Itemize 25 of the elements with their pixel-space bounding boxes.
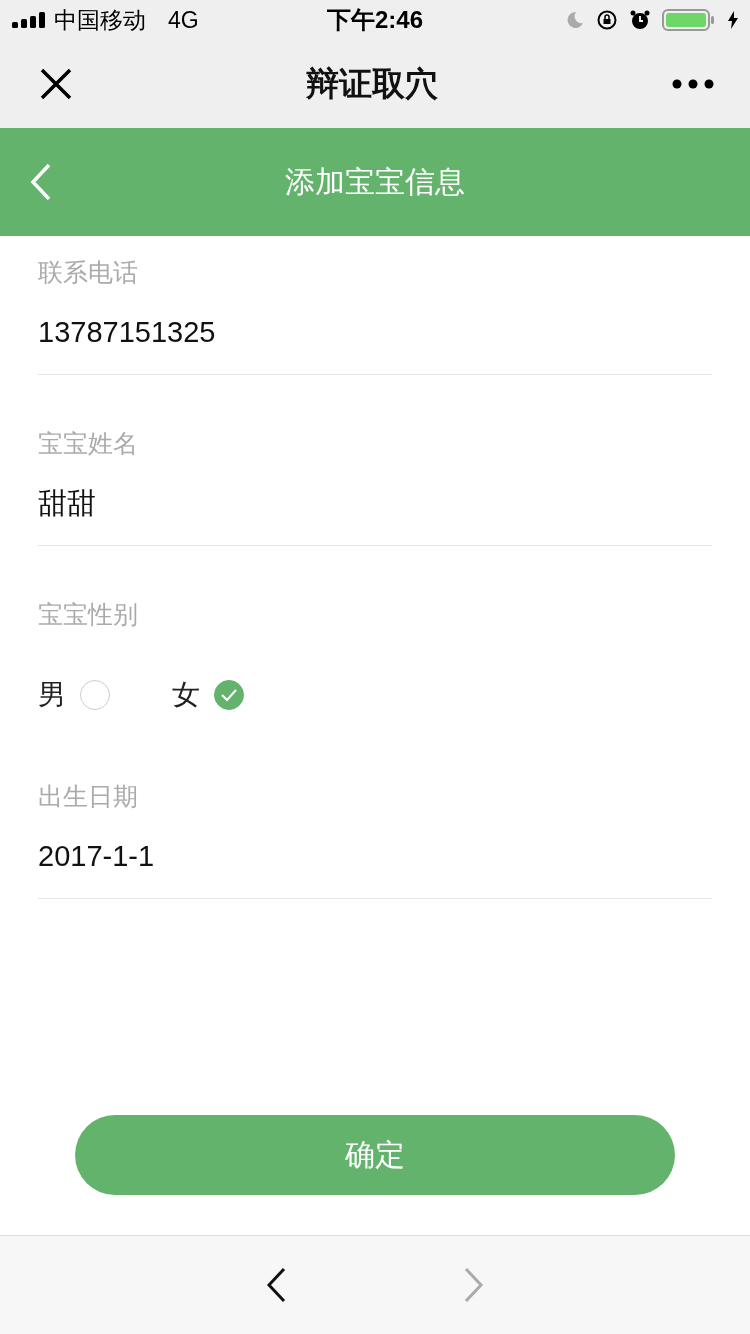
charging-icon xyxy=(728,11,738,29)
radio-button[interactable] xyxy=(214,680,244,710)
mini-program-title: 辩证取穴 xyxy=(306,63,438,104)
battery-icon xyxy=(662,9,716,31)
field-label: 宝宝性别 xyxy=(38,599,139,630)
field-label: 联系电话 xyxy=(38,257,139,288)
field-label: 宝宝姓名 xyxy=(38,428,139,459)
field-label: 出生日期 xyxy=(38,781,139,812)
close-icon[interactable] xyxy=(40,68,72,100)
status-time: 下午2:46 xyxy=(326,5,423,35)
carrier-name: 中国移动 xyxy=(54,5,146,35)
input-field[interactable]: 2017-1-1 xyxy=(38,812,712,898)
network-type: 4G xyxy=(168,6,199,34)
input-field[interactable]: 甜甜 xyxy=(38,459,712,545)
check-icon xyxy=(220,688,238,702)
rotation-lock-icon xyxy=(596,9,618,31)
moon-icon xyxy=(566,11,584,29)
alarm-icon xyxy=(630,10,650,30)
back-icon[interactable] xyxy=(30,163,52,201)
more-icon[interactable] xyxy=(672,79,714,89)
input-field[interactable]: 13787151325 xyxy=(38,288,712,374)
option-label: 男 xyxy=(38,678,66,712)
page-title: 添加宝宝信息 xyxy=(285,163,465,200)
signal-icon xyxy=(12,12,48,28)
option-label: 女 xyxy=(172,678,200,712)
